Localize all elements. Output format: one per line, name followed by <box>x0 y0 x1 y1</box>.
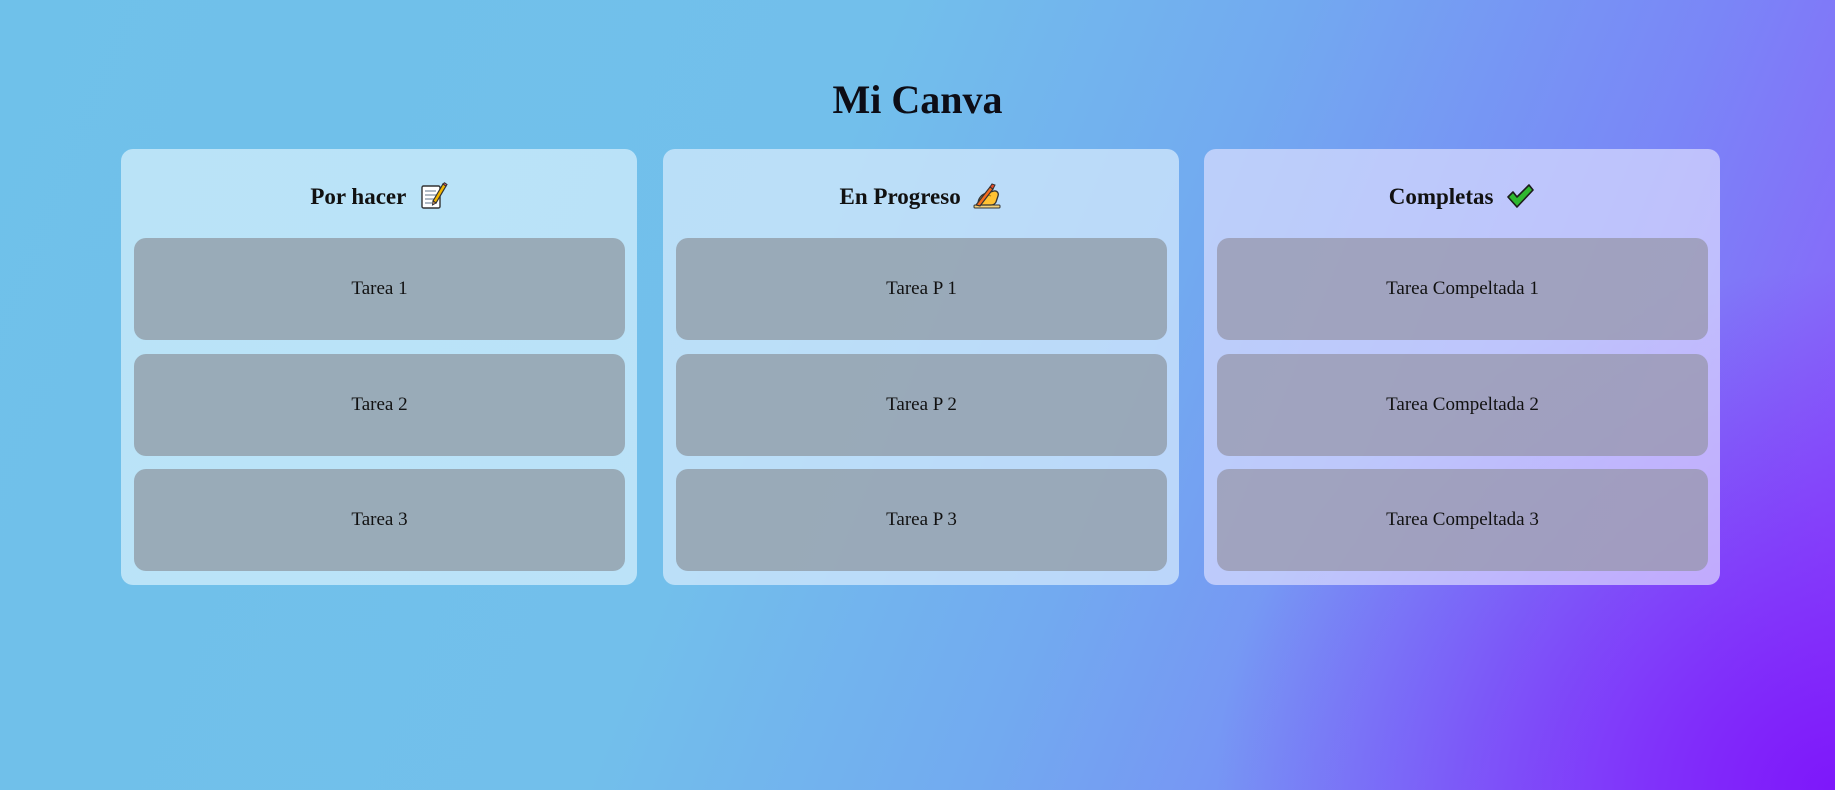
column-header: Completas <box>1204 180 1720 214</box>
task-card[interactable]: Tarea P 2 <box>676 354 1167 456</box>
memo-icon <box>418 181 448 211</box>
task-card[interactable]: Tarea P 1 <box>676 238 1167 340</box>
kanban-board: Por hacer Tarea 1 Tarea 2 Tarea 3 En Pro… <box>121 149 1721 585</box>
column-done: Completas Tarea Compeltada 1 Tarea Compe… <box>1204 149 1720 585</box>
column-in-progress: En Progreso Tarea P 1 Tarea P 2 Tarea P … <box>663 149 1179 585</box>
column-title: En Progreso <box>839 184 961 209</box>
page-title: Mi Canva <box>832 77 1003 122</box>
column-header: Por hacer <box>121 180 637 214</box>
task-card[interactable]: Tarea 2 <box>134 354 625 456</box>
column-title: Por hacer <box>310 184 406 209</box>
task-card[interactable]: Tarea 3 <box>134 469 625 571</box>
task-card[interactable]: Tarea P 3 <box>676 469 1167 571</box>
check-mark-icon <box>1505 181 1535 211</box>
task-card[interactable]: Tarea Compeltada 1 <box>1217 238 1708 340</box>
task-card[interactable]: Tarea Compeltada 2 <box>1217 354 1708 456</box>
writing-hand-icon <box>972 181 1002 211</box>
column-title: Completas <box>1388 184 1494 209</box>
task-card[interactable]: Tarea Compeltada 3 <box>1217 469 1708 571</box>
column-todo: Por hacer Tarea 1 Tarea 2 Tarea 3 <box>121 149 637 585</box>
task-card[interactable]: Tarea 1 <box>134 238 625 340</box>
column-header: En Progreso <box>663 180 1179 214</box>
